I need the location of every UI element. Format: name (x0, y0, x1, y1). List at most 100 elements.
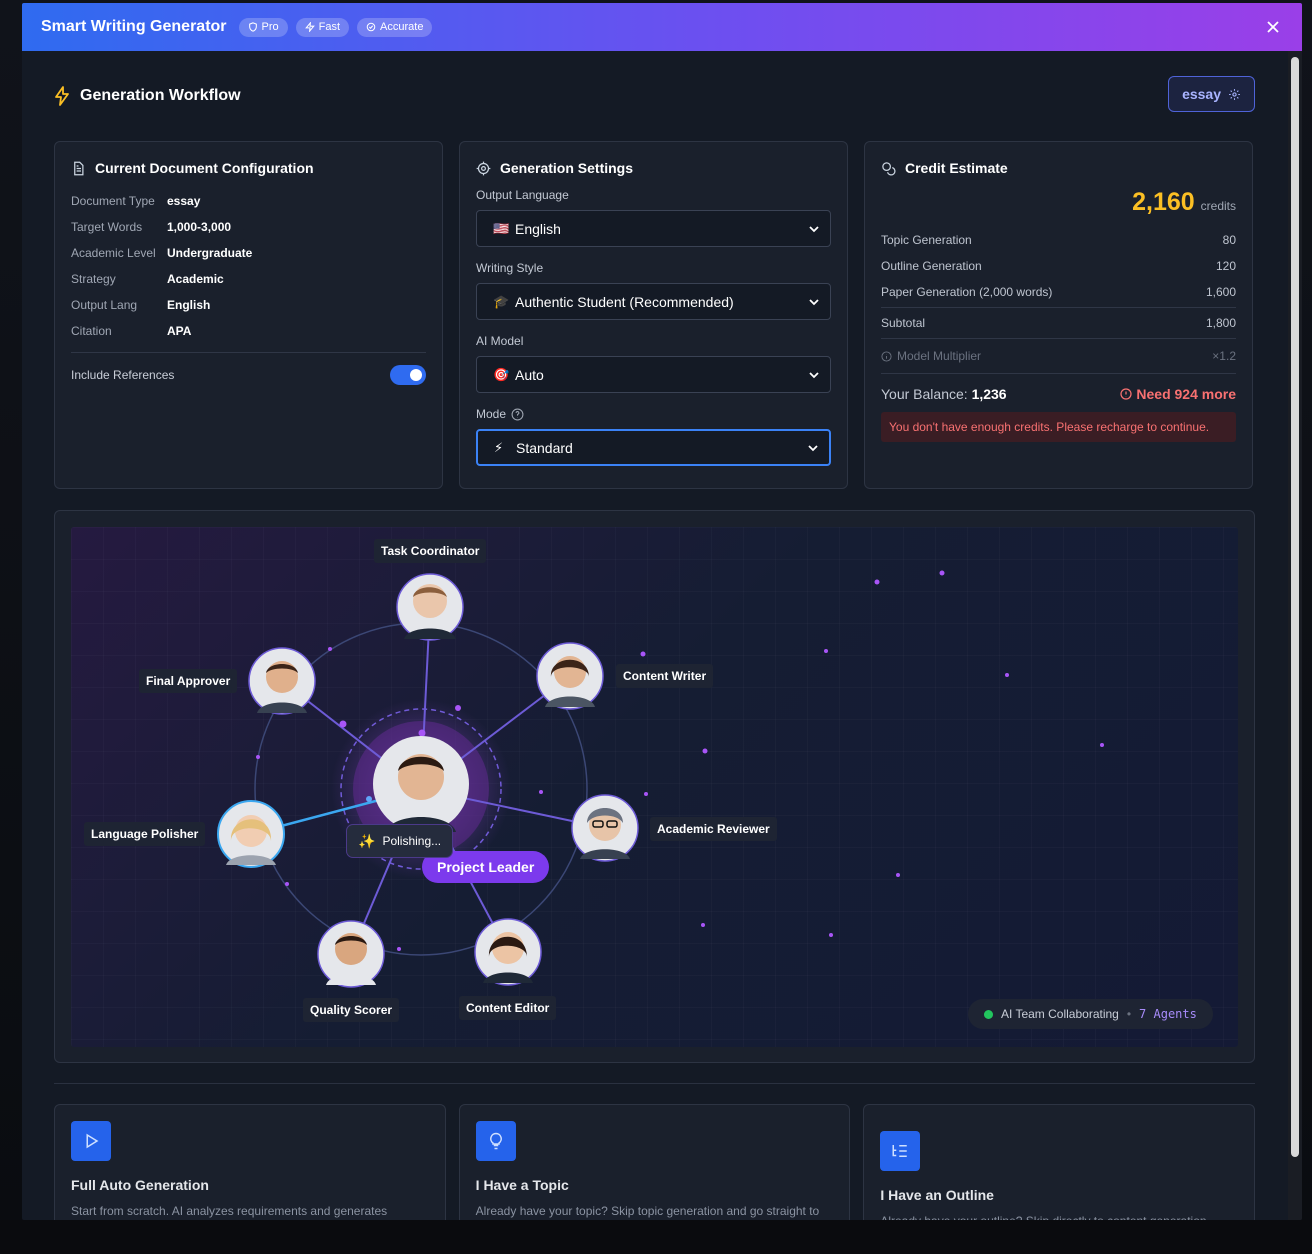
accurate-badge: Accurate (357, 17, 433, 37)
mode-label: Mode (476, 407, 507, 421)
style-select[interactable]: 🎓 Authentic Student (Recommended) (476, 283, 831, 320)
cost-row: Outline Generation 120 (881, 259, 1236, 273)
mode-card-have-topic[interactable]: I Have a Topic Already have your topic? … (458, 1104, 851, 1220)
avatar-final-approver (248, 647, 316, 715)
avatar-project-leader (373, 736, 469, 832)
document-type-label: essay (1182, 86, 1221, 102)
top-cards: Current Document Configuration Document … (54, 141, 1255, 489)
include-references-toggle[interactable] (390, 365, 426, 385)
credits-unit: credits (1200, 199, 1236, 213)
info-icon (881, 350, 892, 362)
mode-card-full-auto[interactable]: Full Auto Generation Start from scratch.… (54, 1104, 446, 1220)
config-row: Document Type essay (71, 194, 201, 208)
subtotal-row: Subtotal 1,800 (881, 316, 1236, 330)
fast-badge: Fast (295, 17, 350, 37)
config-row: Academic Level Undergraduate (71, 246, 253, 260)
config-card: Current Document Configuration Document … (54, 141, 443, 489)
bottom-strip (0, 1220, 1312, 1254)
cost-row: Topic Generation 80 (881, 233, 1236, 247)
include-references-row: Include References (71, 365, 426, 385)
chevron-down-icon (809, 225, 819, 232)
workflow-header: Generation Workflow essay (54, 51, 1255, 141)
team-status-text: AI Team Collaborating (1001, 1007, 1119, 1021)
agent-label-final-approver: Final Approver (139, 669, 238, 693)
ai-team-stage: Task Coordinator Content Writer Academic… (71, 527, 1238, 1047)
document-type-button[interactable]: essay (1168, 76, 1255, 112)
insufficient-credits-warning: You don't have enough credits. Please re… (881, 412, 1236, 442)
multiplier-row: Model Multiplier ×1.2 (881, 341, 1236, 371)
lightbulb-icon (489, 1132, 502, 1150)
modal-title: Smart Writing Generator (41, 18, 227, 35)
gear-icon (1229, 88, 1240, 100)
chevron-down-icon (809, 298, 819, 305)
config-row: Output Lang English (71, 298, 211, 312)
model-label: AI Model (476, 334, 524, 348)
graduation-cap-icon: 🎓 (493, 293, 510, 309)
agent-label-task-coordinator: Task Coordinator (374, 539, 487, 563)
document-icon (74, 161, 84, 175)
need-more-text: Need 924 more (1120, 386, 1236, 402)
mode-description: Already have your topic? Skip topic gene… (475, 1204, 820, 1218)
scrollbar[interactable] (1288, 51, 1302, 1220)
style-label: Writing Style (476, 261, 544, 275)
flag-icon: 🇺🇸 (493, 220, 510, 236)
avatar-content-writer (536, 642, 604, 710)
divider (881, 338, 1236, 339)
cost-row: Paper Generation (2,000 words) 1,600 (881, 285, 1236, 299)
list-tree-icon (892, 1145, 908, 1157)
shield-icon (248, 22, 257, 32)
activity-bubble: ✨ Polishing... (346, 824, 454, 858)
divider (71, 352, 426, 353)
badge-label: Pro (261, 21, 279, 33)
mode-description: Already have your outline? Skip directly… (880, 1212, 1238, 1220)
agent-label-language-polisher: Language Polisher (84, 822, 206, 846)
check-circle-icon (366, 22, 376, 32)
agent-network (217, 570, 1104, 988)
agent-count: 7 Agents (1139, 1007, 1197, 1021)
credits-total-value: 2,160 (1132, 188, 1195, 216)
zap-icon: ⚡ (494, 439, 504, 455)
language-value: English (515, 220, 561, 237)
scroll-thumb[interactable] (1291, 57, 1299, 1157)
mode-label-row: Mode (476, 407, 831, 421)
generation-modes: Full Auto Generation Start from scratch.… (54, 1104, 1256, 1220)
agent-label-content-writer: Content Writer (616, 664, 714, 688)
avatar-quality-scorer (317, 920, 385, 988)
workflow-title: Generation Workflow (80, 87, 241, 104)
mode-title: I Have a Topic (475, 1177, 569, 1193)
credit-card-title: Credit Estimate (881, 160, 1236, 176)
agent-label-academic-reviewer: Academic Reviewer (650, 817, 777, 841)
mode-select[interactable]: ⚡ Standard (476, 429, 831, 466)
zap-icon (304, 22, 315, 32)
avatar-language-polisher (217, 800, 285, 868)
mode-value: Standard (516, 439, 573, 456)
divider (54, 1083, 1255, 1084)
mode-title: I Have an Outline (880, 1187, 994, 1203)
coins-icon (882, 161, 896, 176)
chevron-down-icon (808, 444, 818, 451)
avatar-academic-reviewer (571, 794, 639, 862)
divider (881, 373, 1236, 374)
badge-label: Fast (318, 21, 341, 33)
language-label: Output Language (476, 188, 569, 202)
sparkles-icon: ✨ (358, 832, 376, 849)
model-select[interactable]: 🎯 Auto (476, 356, 831, 393)
include-references-label: Include References (71, 368, 175, 382)
mode-description: Start from scratch. AI analyzes requirem… (71, 1204, 388, 1218)
settings-card: Generation Settings Output Language 🇺🇸 E… (459, 141, 848, 489)
mode-card-have-outline[interactable]: I Have an Outline Already have your outl… (863, 1104, 1256, 1220)
alert-circle-icon (1120, 388, 1133, 400)
avatar-content-editor (474, 918, 542, 986)
team-status-pill: AI Team Collaborating • 7 Agents (968, 999, 1213, 1029)
language-select[interactable]: 🇺🇸 English (476, 210, 831, 247)
model-value: Auto (515, 366, 544, 383)
ai-team-panel: Task Coordinator Content Writer Academic… (54, 510, 1255, 1063)
balance-row: Your Balance: 1,236 Need 924 more (881, 386, 1236, 402)
help-circle-icon[interactable] (511, 408, 524, 421)
agent-label-content-editor: Content Editor (459, 996, 557, 1020)
config-row: Strategy Academic (71, 272, 224, 286)
gear-icon (476, 161, 491, 175)
zap-icon (55, 86, 69, 106)
close-button[interactable] (1263, 17, 1283, 37)
pro-badge: Pro (238, 17, 288, 37)
